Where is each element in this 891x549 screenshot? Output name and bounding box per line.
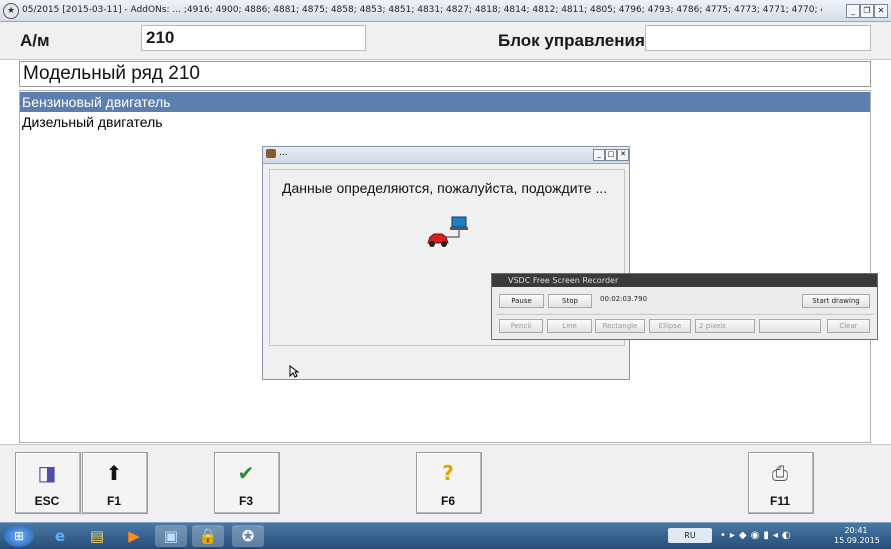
line-width-select[interactable]: 2 pixels	[695, 319, 755, 333]
dialog-close-button[interactable]: ✕	[617, 149, 629, 161]
minimize-button[interactable]: _	[846, 4, 860, 18]
vehicle-label: А/м	[20, 31, 50, 50]
esc-key-label: ESC	[34, 494, 60, 508]
clock-time: 20:41	[844, 526, 868, 535]
screen-recorder-panel: VSDC Free Screen Recorder Pause Stop 00:…	[491, 273, 878, 340]
internet-explorer-icon[interactable]: e	[44, 525, 76, 547]
media-player-icon[interactable]: ▶	[118, 525, 150, 547]
f6-key-button[interactable]: ? F6	[416, 452, 482, 514]
f3-key-button[interactable]: ✔ F3	[214, 452, 280, 514]
mouse-cursor-icon	[289, 365, 299, 378]
f1-key-label: F1	[106, 494, 121, 508]
ellipse-button[interactable]: Ellipse	[649, 319, 691, 333]
dialog-title-bar: ... _ □ ✕	[263, 147, 629, 164]
checkmark-icon: ✔	[237, 461, 255, 485]
line-button[interactable]: Line	[547, 319, 592, 333]
arrow-up-icon: ⬆	[105, 461, 123, 485]
windows-taskbar: ⊞ e ▤ ▶ ▣ 🔒 ✪ RU •▸◆◉▮◂◐ 20:41 15.09.201…	[0, 522, 891, 549]
car-diagnostic-icon	[427, 216, 468, 247]
dialog-title: ...	[279, 148, 288, 158]
language-indicator[interactable]: RU	[668, 528, 712, 543]
rectangle-button[interactable]: Rectangle	[595, 319, 645, 333]
f1-key-button[interactable]: ⬆ F1	[82, 452, 148, 514]
control-unit-label: Блок управления	[498, 31, 645, 50]
recording-time: 00:02:03.790	[600, 295, 648, 303]
dialog-minimize-button[interactable]: _	[593, 149, 605, 161]
vehicle-field[interactable]: 210	[141, 25, 366, 51]
list-item-petrol-engine[interactable]: Бензиновый двигатель	[20, 92, 870, 112]
recorder-divider	[496, 314, 874, 315]
f11-key-label: F11	[769, 494, 790, 508]
mercedes-star-icon[interactable]: ✪	[232, 525, 264, 547]
system-tray-icons[interactable]: •▸◆◉▮◂◐	[720, 529, 820, 543]
dialog-maximize-button[interactable]: □	[605, 149, 617, 161]
f6-key-label: F6	[440, 494, 455, 508]
f11-key-button[interactable]: ⎙ F11	[748, 452, 814, 514]
help-question-icon: ?	[442, 461, 454, 485]
window-title: 05/2015 [2015-03-11] - AddONs: ... ;4916…	[22, 5, 822, 15]
taskbar-clock[interactable]: 20:41 15.09.2015	[834, 526, 880, 546]
stop-button[interactable]: Stop	[548, 294, 592, 308]
clock-date: 15.09.2015	[834, 536, 880, 545]
window-title-bar: ★ 05/2015 [2015-03-11] - AddONs: ... ;49…	[0, 0, 891, 22]
pause-button[interactable]: Pause	[499, 294, 544, 308]
file-explorer-icon[interactable]: ▤	[81, 525, 113, 547]
xentry-app-icon[interactable]: ▣	[155, 525, 187, 547]
dialog-message: Данные определяются, пожалуйста, подожди…	[282, 180, 608, 196]
printer-icon: ⎙	[772, 461, 788, 485]
esc-key-button[interactable]: ◨ ESC	[15, 452, 81, 514]
clear-button[interactable]: Clear	[827, 319, 870, 333]
control-unit-field[interactable]	[645, 25, 871, 51]
loading-dialog: ... _ □ ✕ Данные определяются, пожалуйст…	[262, 146, 630, 380]
close-button[interactable]: ✕	[874, 4, 888, 18]
list-item-diesel-engine[interactable]: Дизельный двигатель	[20, 112, 870, 132]
recorder-title: VSDC Free Screen Recorder	[492, 274, 877, 287]
f3-key-label: F3	[238, 494, 253, 508]
start-button[interactable]: ⊞	[4, 525, 34, 547]
dialog-app-icon	[266, 149, 276, 158]
model-line-field: Модельный ряд 210	[19, 61, 871, 87]
app-logo-icon: ★	[3, 3, 19, 19]
exit-door-icon: ◨	[37, 461, 57, 485]
header-bar: А/м 210 Блок управления	[0, 22, 891, 60]
pencil-button[interactable]: Pencil	[499, 319, 543, 333]
security-lock-icon[interactable]: 🔒	[192, 525, 224, 547]
color-select[interactable]	[759, 319, 821, 333]
start-drawing-button[interactable]: Start drawing	[802, 294, 870, 308]
restore-button[interactable]: ❐	[860, 4, 874, 18]
function-key-bar: ◨ ESC ⬆ F1 ✔ F3 ? F6 ⎙ F11	[0, 444, 891, 522]
